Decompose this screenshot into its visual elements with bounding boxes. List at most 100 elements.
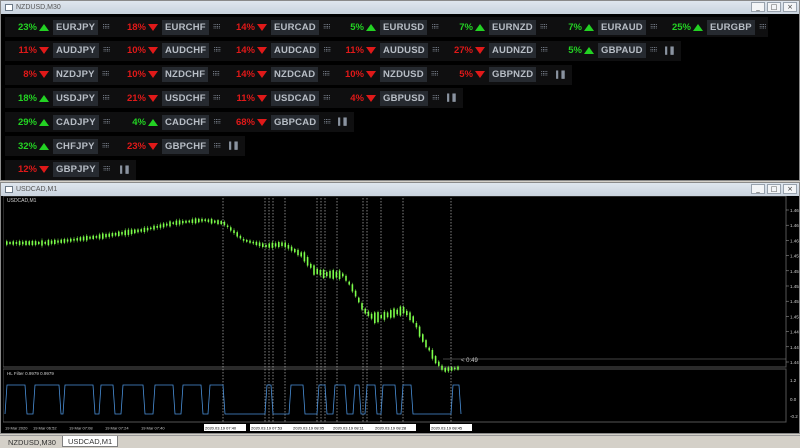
pair-cell[interactable]: 14% EURCAD ⠿⠿ — [223, 17, 332, 37]
pair-symbol-button[interactable]: NZDCAD — [271, 67, 319, 83]
grid-dots-icon[interactable]: ⠿⠿ — [540, 47, 548, 54]
pair-symbol-button[interactable]: USDCHF — [162, 90, 209, 106]
chart-tab[interactable]: USDCAD,M1 — [61, 436, 119, 447]
grid-dots-icon[interactable]: ⠿⠿ — [213, 24, 221, 31]
pair-symbol-button[interactable]: AUDJPY — [53, 43, 99, 59]
grid-dots-icon[interactable]: ⠿⠿ — [540, 24, 548, 31]
chart-close-button[interactable]: × — [783, 184, 797, 194]
grid-dots-icon[interactable]: ⠿⠿ — [103, 47, 111, 54]
mini-chart-icon[interactable]: ▌▐▌ — [229, 142, 240, 150]
pair-symbol-button[interactable]: EURUSD — [380, 19, 428, 35]
pair-cell[interactable]: 18% EURCHF ⠿⠿ — [114, 17, 223, 37]
pair-symbol-button[interactable]: AUDUSD — [380, 43, 428, 59]
grid-dots-icon[interactable]: ⠿⠿ — [212, 71, 220, 78]
pair-cell[interactable]: 32% CHFJPY ⠿⠿ — [5, 136, 114, 156]
mini-chart-icon[interactable]: ▌▐▌ — [665, 47, 676, 55]
grid-dots-icon[interactable]: ⠿⠿ — [432, 95, 440, 102]
chart-tab[interactable]: NZDUSD,M30 — [2, 436, 62, 447]
maximize-button[interactable]: □ — [767, 2, 781, 12]
pair-cell[interactable]: 4% CADCHF ⠿⠿ — [114, 112, 223, 132]
pair-cell[interactable]: 27% AUDNZD ⠿⠿ — [441, 41, 550, 61]
grid-dots-icon[interactable]: ⠿⠿ — [323, 24, 331, 31]
pair-cell[interactable]: 11% AUDUSD ⠿⠿ — [332, 41, 441, 61]
pair-symbol-button[interactable]: EURCAD — [271, 19, 319, 35]
pair-symbol-button[interactable]: USDJPY — [53, 90, 99, 106]
row-end-cell[interactable]: ▌▐▌ — [332, 112, 354, 132]
price-chart-area[interactable]: USDCAD,M1 HL Filter 0.9979 0.9979 < 0:49… — [2, 195, 800, 434]
pair-symbol-button[interactable]: AUDCHF — [162, 43, 210, 59]
pair-symbol-button[interactable]: CADJPY — [53, 114, 99, 130]
pair-cell[interactable]: 10% NZDUSD ⠿⠿ — [332, 65, 441, 85]
pair-cell[interactable]: 25% EURGBP ⠿⠿ — [659, 17, 768, 37]
pair-symbol-button[interactable]: AUDCAD — [271, 43, 320, 59]
pair-symbol-button[interactable]: NZDJPY — [53, 67, 98, 83]
row-end-cell[interactable]: ▌▐▌ — [114, 160, 136, 180]
grid-dots-icon[interactable]: ⠿⠿ — [102, 71, 110, 78]
pair-cell[interactable]: 68% GBPCAD ⠿⠿ — [223, 112, 332, 132]
grid-dots-icon[interactable]: ⠿⠿ — [213, 143, 221, 150]
grid-dots-icon[interactable]: ⠿⠿ — [213, 119, 221, 126]
pair-cell[interactable]: 14% AUDCAD ⠿⠿ — [223, 41, 332, 61]
pair-symbol-button[interactable]: EURJPY — [53, 19, 99, 35]
grid-dots-icon[interactable]: ⠿⠿ — [102, 24, 110, 31]
chart-maximize-button[interactable]: □ — [767, 184, 781, 194]
pair-cell[interactable]: 14% NZDCAD ⠿⠿ — [223, 65, 332, 85]
grid-dots-icon[interactable]: ⠿⠿ — [322, 71, 330, 78]
pair-cell[interactable]: 11% USDCAD ⠿⠿ — [223, 88, 332, 108]
grid-dots-icon[interactable]: ⠿⠿ — [650, 47, 658, 54]
pair-symbol-button[interactable]: GBPJPY — [53, 162, 99, 178]
pair-cell[interactable]: 29% CADJPY ⠿⠿ — [5, 112, 114, 132]
grid-dots-icon[interactable]: ⠿⠿ — [102, 143, 110, 150]
pair-symbol-button[interactable]: GBPCAD — [271, 114, 320, 130]
grid-dots-icon[interactable]: ⠿⠿ — [650, 24, 658, 31]
minimize-button[interactable]: _ — [751, 2, 765, 12]
mini-chart-icon[interactable]: ▌▐▌ — [447, 94, 458, 102]
window-titlebar[interactable]: NZDUSD,M30 _ □ × — [1, 1, 799, 14]
pair-symbol-button[interactable]: USDCAD — [271, 90, 319, 106]
pair-cell[interactable]: 23% GBPCHF ⠿⠿ — [114, 136, 223, 156]
pair-symbol-button[interactable]: EURGBP — [707, 19, 755, 35]
pair-cell[interactable]: 7% EURAUD ⠿⠿ — [550, 17, 659, 37]
row-end-cell[interactable]: ▌▐▌ — [223, 136, 245, 156]
pair-symbol-button[interactable]: CADCHF — [162, 114, 210, 130]
row-end-cell[interactable]: ▌▐▌ — [441, 88, 463, 108]
pair-symbol-button[interactable]: GBPUSD — [380, 90, 428, 106]
pair-cell[interactable]: 23% EURJPY ⠿⠿ — [5, 17, 114, 37]
pair-cell[interactable]: 5% EURUSD ⠿⠿ — [332, 17, 441, 37]
pair-symbol-button[interactable]: NZDCHF — [162, 67, 209, 83]
pair-cell[interactable]: 18% USDJPY ⠿⠿ — [5, 88, 114, 108]
pair-cell[interactable]: 21% USDCHF ⠿⠿ — [114, 88, 223, 108]
grid-dots-icon[interactable]: ⠿⠿ — [323, 119, 331, 126]
grid-dots-icon[interactable]: ⠿⠿ — [431, 24, 439, 31]
grid-dots-icon[interactable]: ⠿⠿ — [759, 24, 767, 31]
pair-cell[interactable]: 10% AUDCHF ⠿⠿ — [114, 41, 223, 61]
grid-dots-icon[interactable]: ⠿⠿ — [431, 71, 439, 78]
pair-cell[interactable]: 12% GBPJPY ⠿⠿ — [5, 160, 114, 180]
grid-dots-icon[interactable]: ⠿⠿ — [323, 95, 331, 102]
pair-cell[interactable]: 8% NZDJPY ⠿⠿ — [5, 65, 114, 85]
mini-chart-icon[interactable]: ▌▐▌ — [338, 118, 349, 126]
close-button[interactable]: × — [783, 2, 797, 12]
grid-dots-icon[interactable]: ⠿⠿ — [432, 47, 440, 54]
pair-cell[interactable]: 11% AUDJPY ⠿⠿ — [5, 41, 114, 61]
pair-symbol-button[interactable]: GBPCHF — [162, 138, 210, 154]
pair-symbol-button[interactable]: GBPAUD — [598, 43, 646, 59]
chart-minimize-button[interactable]: _ — [751, 184, 765, 194]
mini-chart-icon[interactable]: ▌▐▌ — [120, 166, 131, 174]
grid-dots-icon[interactable]: ⠿⠿ — [540, 71, 548, 78]
pair-symbol-button[interactable]: EURNZD — [489, 19, 536, 35]
price-chart[interactable]: USDCAD,M1 HL Filter 0.9979 0.9979 < 0:49… — [2, 195, 800, 434]
pair-symbol-button[interactable]: EURAUD — [598, 19, 646, 35]
chart-titlebar[interactable]: USDCAD,M1 _ □ × — [1, 183, 799, 196]
grid-dots-icon[interactable]: ⠿⠿ — [213, 95, 221, 102]
row-end-cell[interactable]: ▌▐▌ — [659, 41, 681, 61]
pair-cell[interactable]: 7% EURNZD ⠿⠿ — [441, 17, 550, 37]
pair-symbol-button[interactable]: CHFJPY — [53, 138, 98, 154]
pair-symbol-button[interactable]: GBPNZD — [489, 67, 537, 83]
pair-cell[interactable]: 10% NZDCHF ⠿⠿ — [114, 65, 223, 85]
pair-cell[interactable]: 4% GBPUSD ⠿⠿ — [332, 88, 441, 108]
grid-dots-icon[interactable]: ⠿⠿ — [103, 166, 111, 173]
grid-dots-icon[interactable]: ⠿⠿ — [103, 119, 111, 126]
grid-dots-icon[interactable]: ⠿⠿ — [323, 47, 331, 54]
grid-dots-icon[interactable]: ⠿⠿ — [213, 47, 221, 54]
